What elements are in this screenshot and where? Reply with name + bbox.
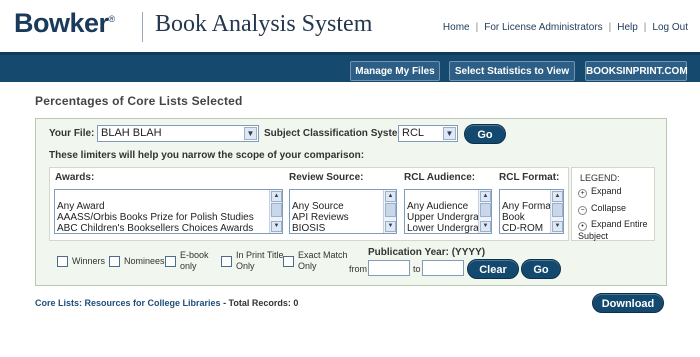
review-source-label: Review Source: <box>289 172 364 183</box>
scrollbar[interactable]: ▲ ▼ <box>478 190 491 233</box>
top-links: Home | For License Administrators | Help | Log… <box>443 22 688 33</box>
rcl-format-listbox[interactable]: Any Format Book CD-ROM ▲ ▼ <box>499 189 564 234</box>
help-link[interactable]: Help <box>617 22 638 33</box>
scroll-up-icon[interactable]: ▲ <box>271 191 282 202</box>
list-option[interactable]: AAASS/Orbis Books Prize for Polish Studi… <box>57 212 282 223</box>
rcl-audience-label: RCL Audience: <box>404 172 476 183</box>
year-from-input[interactable] <box>368 260 410 276</box>
logo-text: Bowker <box>14 8 109 38</box>
exact-match-only-checkbox[interactable] <box>283 256 294 267</box>
nav-bar: Manage My Files Select Statistics to Vie… <box>0 52 700 82</box>
scroll-up-icon[interactable]: ▲ <box>385 191 396 202</box>
expand-all-icon: • <box>578 222 587 231</box>
manage-my-files-button[interactable]: Manage My Files <box>350 61 440 81</box>
list-option[interactable]: API Reviews <box>292 212 396 223</box>
scroll-down-icon[interactable]: ▼ <box>552 221 563 232</box>
legend-expand-subject-label: Expand Entire Subject <box>578 219 648 241</box>
review-source-listbox[interactable]: Any Source API Reviews BIOSIS ▲ ▼ <box>289 189 397 234</box>
page-title: Percentages of Core Lists Selected <box>35 94 243 108</box>
exact-match-only-label: Exact Match Only <box>298 250 348 272</box>
scroll-thumb[interactable] <box>385 203 396 217</box>
home-link[interactable]: Home <box>443 22 470 33</box>
list-option[interactable]: BIOSIS <box>292 223 396 233</box>
scroll-down-icon[interactable]: ▼ <box>271 221 282 232</box>
select-statistics-button[interactable]: Select Statistics to View <box>449 61 575 81</box>
awards-label: Awards: <box>55 172 95 183</box>
link-separator: | <box>643 22 647 33</box>
scrollbar[interactable]: ▲ ▼ <box>550 190 563 233</box>
legend: LEGEND: + Expand − Collapse • Expand Entire… <box>571 167 655 241</box>
link-separator: | <box>608 22 612 33</box>
rcl-audience-listbox[interactable]: Any Audience Upper Undergrad Lower Under… <box>404 189 492 234</box>
subject-system-value: RCL <box>402 127 425 139</box>
scroll-thumb[interactable] <box>271 203 282 217</box>
year-to-input[interactable] <box>422 260 464 276</box>
logo-registered-mark: ® <box>108 14 116 24</box>
awards-listbox[interactable]: Any Award AAASS/Orbis Books Prize for Po… <box>54 189 283 234</box>
scrollbar[interactable]: ▲ ▼ <box>383 190 396 233</box>
list-option[interactable]: Any Source <box>292 201 396 212</box>
scrollbar[interactable]: ▲ ▼ <box>269 190 282 233</box>
publication-year-label: Publication Year: (YYYY) <box>368 247 486 258</box>
from-label: from <box>349 264 367 274</box>
list-option[interactable]: Any Award <box>57 201 282 212</box>
in-print-line1: In Print Title <box>236 250 284 260</box>
scroll-up-icon[interactable]: ▲ <box>480 191 491 202</box>
ebook-only-checkbox[interactable] <box>165 256 176 267</box>
list-option[interactable]: ABC Children's Booksellers Choices Award… <box>57 223 282 233</box>
clear-button[interactable]: Clear <box>467 259 519 279</box>
to-label: to <box>413 264 421 274</box>
license-administrators-link[interactable]: For License Administrators <box>484 22 602 33</box>
scroll-down-icon[interactable]: ▼ <box>480 221 491 232</box>
chevron-down-icon: ▼ <box>244 127 257 140</box>
subject-system-label: Subject Classification System <box>264 128 407 139</box>
file-go-button[interactable]: Go <box>464 124 506 144</box>
scroll-up-icon[interactable]: ▲ <box>552 191 563 202</box>
in-print-only-label: In Print Title Only <box>236 250 284 272</box>
exact-match-line1: Exact Match <box>298 250 348 260</box>
core-lists-link[interactable]: Core Lists: Resources for College Librar… <box>35 298 221 308</box>
legend-collapse-label: Collapse <box>591 203 627 213</box>
ebook-only-line1: E-book <box>180 250 209 260</box>
booksinprint-button[interactable]: BOOKSINPRINT.COM <box>585 61 688 81</box>
your-file-value: BLAH BLAH <box>101 127 162 139</box>
scroll-thumb[interactable] <box>480 203 491 217</box>
link-separator: | <box>475 22 479 33</box>
in-print-line2: Only <box>236 261 255 271</box>
bowker-logo: Bowker® <box>14 8 115 39</box>
exact-match-line2: Only <box>298 261 317 271</box>
logout-link[interactable]: Log Out <box>652 22 688 33</box>
logo-divider <box>142 12 143 42</box>
nominees-label: Nominees <box>124 256 165 266</box>
winners-label: Winners <box>72 256 106 266</box>
app-title: Book Analysis System <box>155 11 373 37</box>
ebook-only-label: E-book only <box>180 250 209 272</box>
limiters-text: These limiters will help you narrow the … <box>49 150 365 161</box>
nominees-checkbox[interactable] <box>109 256 120 267</box>
scroll-down-icon[interactable]: ▼ <box>385 221 396 232</box>
subject-system-select[interactable]: RCL ▼ <box>398 125 458 142</box>
scroll-thumb[interactable] <box>552 203 563 217</box>
chevron-down-icon: ▼ <box>443 127 456 140</box>
legend-expand: + Expand <box>578 186 622 198</box>
core-lists-summary: Core Lists: Resources for College Librar… <box>35 298 298 308</box>
collapse-icon: − <box>578 206 587 215</box>
ebook-only-line2: only <box>180 261 197 271</box>
your-file-label: Your File: <box>49 128 95 139</box>
in-print-only-checkbox[interactable] <box>221 256 232 267</box>
legend-title: LEGEND: <box>580 173 620 183</box>
legend-expand-subject: • Expand Entire Subject <box>578 219 654 242</box>
winners-checkbox[interactable] <box>57 256 68 267</box>
expand-icon: + <box>578 189 587 198</box>
total-records: - Total Records: 0 <box>220 298 299 308</box>
your-file-select[interactable]: BLAH BLAH ▼ <box>97 125 259 142</box>
rcl-format-label: RCL Format: <box>499 172 560 183</box>
year-go-button[interactable]: Go <box>521 259 561 279</box>
legend-expand-label: Expand <box>591 186 622 196</box>
legend-collapse: − Collapse <box>578 203 626 215</box>
download-button[interactable]: Download <box>592 293 664 313</box>
